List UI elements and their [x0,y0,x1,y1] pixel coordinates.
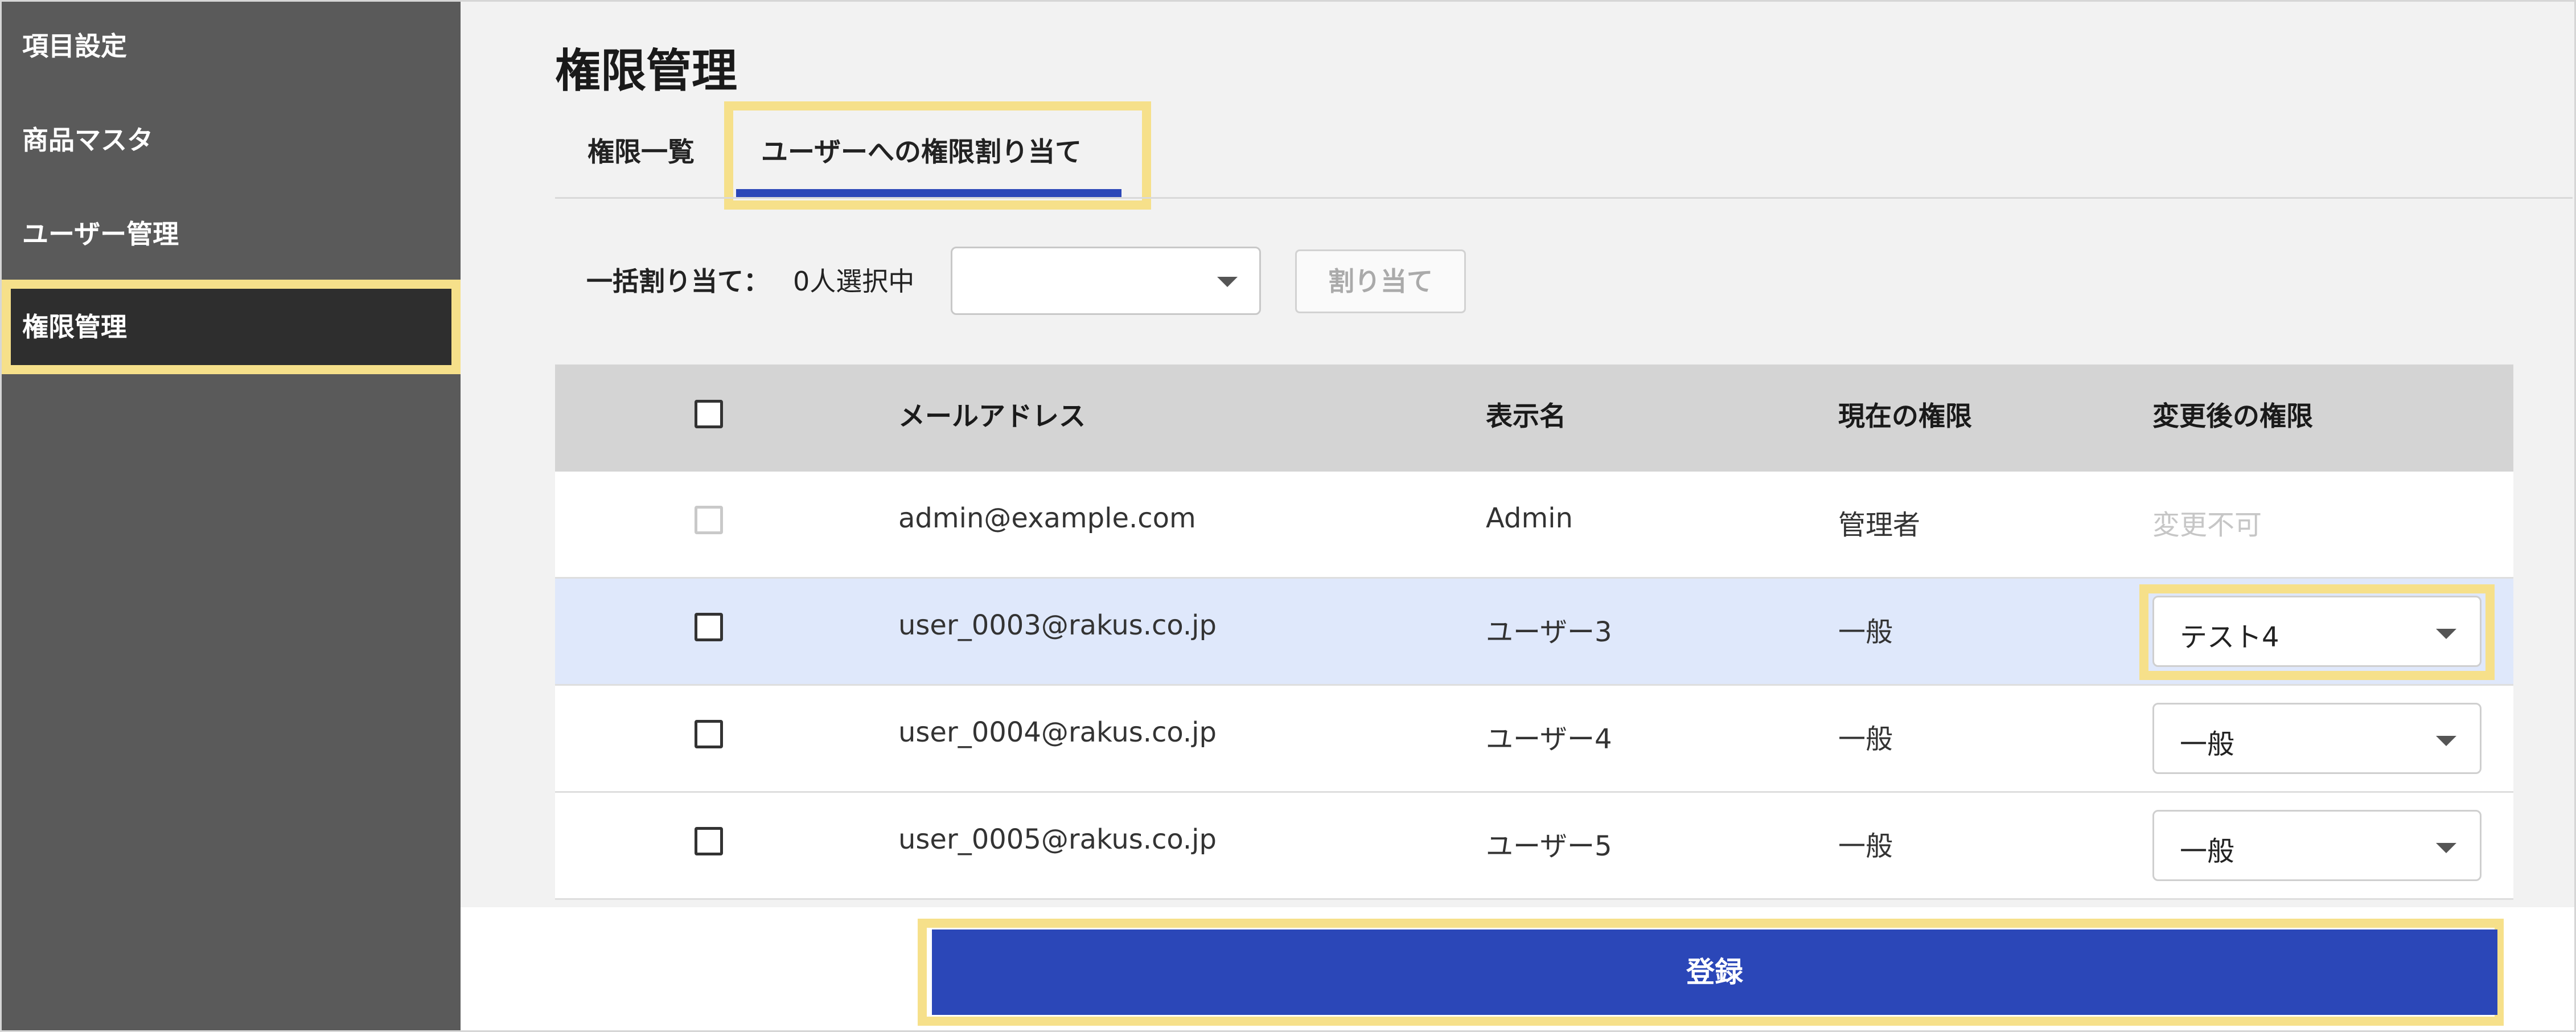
bulk-assign-label: 一括割り当て： [586,266,770,297]
select-value: 一般 [2180,728,2235,760]
select-value: テスト4 [2180,621,2279,653]
row-display-name: Admin [1486,502,1573,534]
table-header: メールアドレス 表示名 現在の権限 変更後の権限 [555,365,2513,472]
row-checkbox [695,506,723,534]
chevron-down-icon [1217,277,1238,287]
column-header-current-permission: 現在の権限 [1838,401,1972,432]
sidebar-item-permission-management[interactable]: 権限管理 [2,280,461,374]
chevron-down-icon [2436,629,2456,639]
table-row: user_0004@rakus.co.jp ユーザー4 一般 一般 [555,686,2513,793]
row-current-permission: 一般 [1838,616,1893,648]
chevron-down-icon [2436,843,2456,853]
column-header-display-name: 表示名 [1486,401,1566,432]
sidebar-item-product-master[interactable]: 商品マスタ [22,123,153,157]
table-row: user_0005@rakus.co.jp ユーザー5 一般 一般 [555,793,2513,900]
row-email: user_0003@rakus.co.jp [898,609,1217,641]
row-display-name: ユーザー5 [1486,830,1612,862]
sidebar-item-item-settings[interactable]: 項目設定 [22,29,127,63]
column-header-email: メールアドレス [898,401,1086,432]
row-email: user_0004@rakus.co.jp [898,716,1217,748]
register-button[interactable]: 登録 [932,929,2497,1015]
sidebar: 項目設定 商品マスタ ユーザー管理 権限管理 [2,2,461,1030]
sidebar-item-label: 権限管理 [22,312,127,342]
row-email: admin@example.com [898,502,1196,534]
select-value: 一般 [2180,836,2235,867]
row-display-name: ユーザー4 [1486,723,1612,755]
active-tab-underline [736,189,1121,197]
select-all-checkbox[interactable] [695,400,723,428]
row-checkbox[interactable] [695,720,723,748]
row-current-permission: 管理者 [1838,509,1921,541]
new-permission-select[interactable]: 一般 [2152,703,2481,774]
row-current-permission: 一般 [1838,723,1893,755]
page-title: 権限管理 [555,44,737,97]
selected-count: 0人選択中 [793,266,915,297]
row-display-name: ユーザー3 [1486,616,1612,648]
sidebar-item-user-management[interactable]: ユーザー管理 [22,217,179,251]
row-checkbox[interactable] [695,827,723,855]
new-permission-select[interactable]: テスト4 [2152,596,2481,667]
row-email: user_0005@rakus.co.jp [898,824,1217,855]
bulk-permission-select[interactable] [951,247,1261,315]
row-new-permission-locked: 変更不可 [2152,509,2262,541]
chevron-down-icon [2436,736,2456,746]
tab-assign-permissions[interactable]: ユーザーへの権限割り当て [761,130,1082,169]
tab-divider [555,197,2573,199]
assign-button[interactable]: 割り当て [1295,249,1466,313]
tab-permission-list[interactable]: 権限一覧 [587,130,695,169]
table-row: admin@example.com Admin 管理者 変更不可 [555,472,2513,579]
new-permission-select[interactable]: 一般 [2152,810,2481,881]
column-header-new-permission: 変更後の権限 [2152,401,2313,432]
row-current-permission: 一般 [1838,830,1893,862]
table-row: user_0003@rakus.co.jp ユーザー3 一般 テスト4 [555,579,2513,686]
row-checkbox[interactable] [695,613,723,641]
